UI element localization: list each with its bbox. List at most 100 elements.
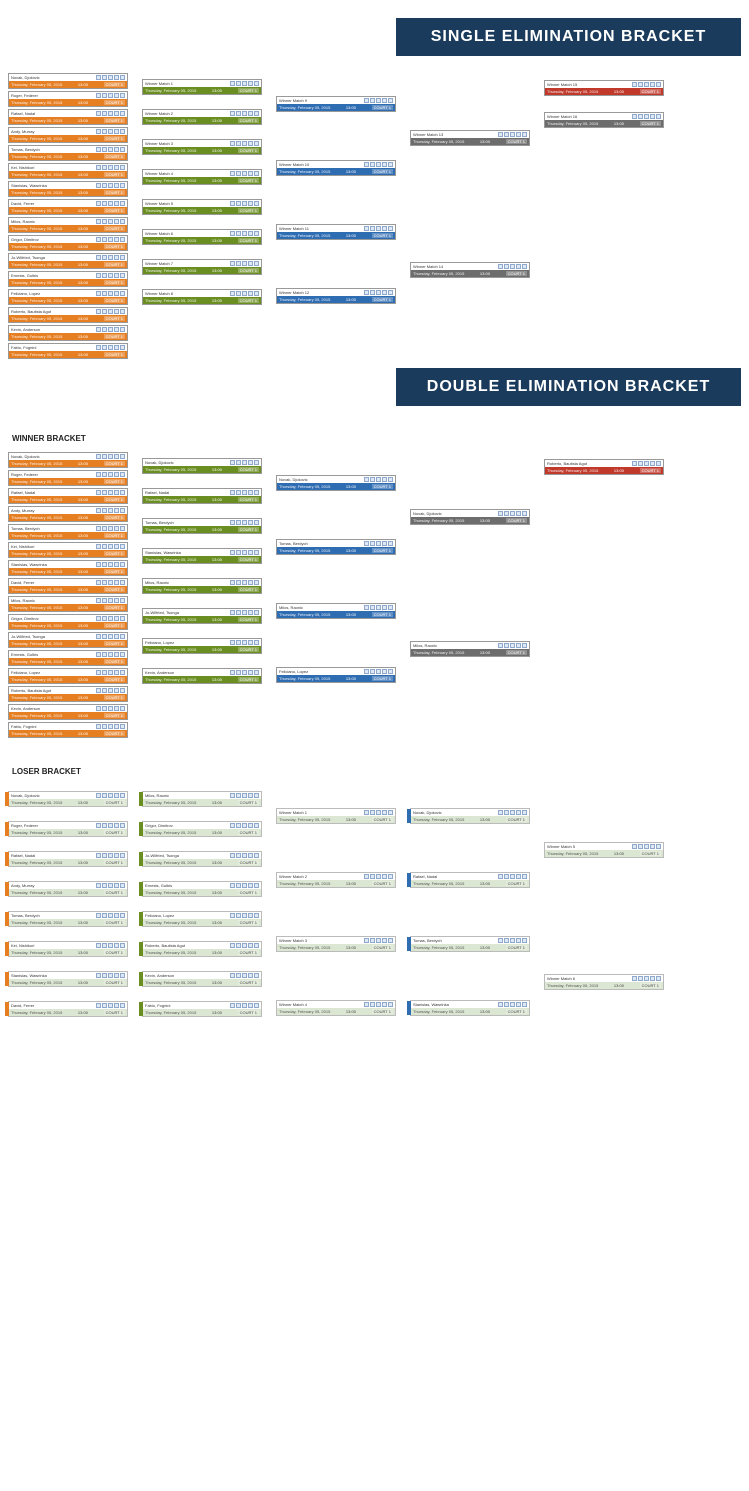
- match-date: Thursday, February 05, 2015: [11, 479, 62, 484]
- match-time: 13:00: [78, 920, 88, 925]
- match-date: Thursday, February 05, 2015: [145, 467, 196, 472]
- match-court: COURT 1: [372, 297, 393, 302]
- match-card: Kevin, Anderson Thursday, February 05, 2…: [142, 971, 262, 987]
- match-bar: Thursday, February 05, 2015 13:00 COURT …: [143, 1009, 261, 1016]
- match-date: Thursday, February 05, 2015: [145, 208, 196, 213]
- match-date: Thursday, February 05, 2015: [11, 860, 62, 865]
- match-time: 13:00: [614, 468, 624, 473]
- match-time: 13:00: [78, 1010, 88, 1015]
- match-header: Winner Match 6: [545, 975, 663, 982]
- match-time: 13:00: [346, 297, 356, 302]
- match-court: COURT 1: [372, 484, 393, 489]
- match-court: COURT 1: [238, 298, 259, 303]
- match-court: COURT 1: [104, 334, 125, 339]
- match-time: 13:00: [212, 800, 222, 805]
- player-name: Tomas, Berdych: [279, 541, 308, 546]
- match-header: Fabio, Fognini: [9, 344, 127, 351]
- match-card: Roger, Federer Thursday, February 05, 20…: [8, 470, 128, 486]
- match-header: Roberto, Bautista Agut: [143, 942, 261, 949]
- match-time: 13:00: [78, 316, 88, 321]
- match-header: Stanislas, Wawrinka: [143, 549, 261, 556]
- match-header: Rafael, Nadal: [143, 489, 261, 496]
- match-card: Novak, Djokovic Thursday, February 05, 2…: [410, 509, 530, 525]
- match-card: Roberto, Bautista Agut Thursday, Februar…: [544, 459, 664, 475]
- dl-col-4: Novak, Djokovic Thursday, February 05, 2…: [410, 784, 530, 1040]
- player-name: Roberto, Bautista Agut: [11, 309, 51, 314]
- match-date: Thursday, February 05, 2015: [413, 945, 464, 950]
- match-bar: Thursday, February 05, 2015 13:00 COURT …: [411, 270, 529, 277]
- match-time: 13:00: [346, 945, 356, 950]
- match-court: COURT 1: [506, 881, 527, 886]
- match-bar: Thursday, February 05, 2015 13:00 COURT …: [143, 889, 261, 896]
- match-header: Rafael, Nadal: [411, 873, 529, 880]
- player-name: Milos, Raonic: [145, 580, 169, 585]
- match-date: Thursday, February 05, 2015: [279, 169, 330, 174]
- match-court: COURT 1: [104, 172, 125, 177]
- match-date: Thursday, February 05, 2015: [11, 950, 62, 955]
- match-header: Winner Match 2: [143, 110, 261, 117]
- match-bar: Thursday, February 05, 2015 13:00 COURT …: [9, 712, 127, 719]
- match-time: 13:00: [78, 800, 88, 805]
- match-bar: Thursday, February 05, 2015 13:00 COURT …: [143, 297, 261, 304]
- player-name: Winner Match 5: [145, 201, 173, 206]
- match-court: COURT 1: [506, 650, 527, 655]
- player-name: Tomas, Berdych: [11, 526, 40, 531]
- match-bar: Thursday, February 05, 2015 13:00 COURT …: [9, 117, 127, 124]
- player-name: Ernests, Gulbis: [11, 652, 38, 657]
- match-card: Winner Match 14 Thursday, February 05, 2…: [410, 262, 530, 278]
- match-bar: Thursday, February 05, 2015 13:00 COURT …: [143, 556, 261, 563]
- match-bar: Thursday, February 05, 2015 13:00 COURT …: [277, 296, 395, 303]
- match-header: Milos, Raonic: [143, 792, 261, 799]
- match-card: Stanislas, Wawrinka Thursday, February 0…: [142, 548, 262, 564]
- match-date: Thursday, February 05, 2015: [11, 334, 62, 339]
- match-date: Thursday, February 05, 2015: [547, 89, 598, 94]
- match-date: Thursday, February 05, 2015: [145, 830, 196, 835]
- match-court: COURT 1: [104, 154, 125, 159]
- match-date: Thursday, February 05, 2015: [279, 612, 330, 617]
- match-time: 13:00: [346, 105, 356, 110]
- match-date: Thursday, February 05, 2015: [145, 647, 196, 652]
- match-header: Tomas, Berdych: [277, 540, 395, 547]
- player-name: Kevin, Anderson: [145, 670, 174, 675]
- match-time: 13:00: [212, 527, 222, 532]
- match-header: Feliciano, Lopez: [9, 669, 127, 676]
- match-date: Thursday, February 05, 2015: [145, 88, 196, 93]
- match-card: Stanislas, Wawrinka Thursday, February 0…: [410, 1000, 530, 1016]
- match-header: Fabio, Fognini: [143, 1002, 261, 1009]
- match-time: 13:00: [78, 82, 88, 87]
- match-card: David, Ferrer Thursday, February 05, 201…: [8, 199, 128, 215]
- match-date: Thursday, February 05, 2015: [11, 461, 62, 466]
- player-name: Stanislas, Wawrinka: [413, 1002, 449, 1007]
- match-bar: Thursday, February 05, 2015 13:00 COURT …: [9, 478, 127, 485]
- match-card: Grigor, Dimitrov Thursday, February 05, …: [8, 235, 128, 251]
- match-date: Thursday, February 05, 2015: [413, 139, 464, 144]
- match-date: Thursday, February 05, 2015: [11, 605, 62, 610]
- match-card: Milos, Raonic Thursday, February 05, 201…: [8, 596, 128, 612]
- match-time: 13:00: [78, 641, 88, 646]
- match-bar: Thursday, February 05, 2015 13:00 COURT …: [143, 237, 261, 244]
- match-header: Ernests, Gulbis: [9, 272, 127, 279]
- match-card: Winner Match 1 Thursday, February 05, 20…: [142, 79, 262, 95]
- match-court: COURT 1: [104, 569, 125, 574]
- match-date: Thursday, February 05, 2015: [145, 178, 196, 183]
- match-card: Winner Match 4 Thursday, February 05, 20…: [276, 1000, 396, 1016]
- match-time: 13:00: [78, 980, 88, 985]
- player-name: Feliciano, Lopez: [11, 670, 40, 675]
- match-court: COURT 1: [372, 233, 393, 238]
- match-card: Winner Match 8 Thursday, February 05, 20…: [142, 289, 262, 305]
- player-name: Winner Match 2: [279, 874, 307, 879]
- player-name: Winner Match 4: [279, 1002, 307, 1007]
- match-bar: Thursday, February 05, 2015 13:00 COURT …: [9, 622, 127, 629]
- match-bar: Thursday, February 05, 2015 13:00 COURT …: [9, 859, 127, 866]
- match-time: 13:00: [78, 515, 88, 520]
- match-date: Thursday, February 05, 2015: [413, 271, 464, 276]
- match-date: Thursday, February 05, 2015: [145, 527, 196, 532]
- match-header: Stanislas, Wawrinka: [9, 182, 127, 189]
- match-court: COURT 1: [238, 617, 259, 622]
- match-card: Feliciano, Lopez Thursday, February 05, …: [276, 667, 396, 683]
- match-time: 13:00: [78, 280, 88, 285]
- se-col-final: Winner Match 15 Thursday, February 05, 2…: [544, 72, 664, 136]
- match-court: COURT 1: [238, 587, 259, 592]
- match-time: 13:00: [346, 676, 356, 681]
- match-court: COURT 1: [104, 280, 125, 285]
